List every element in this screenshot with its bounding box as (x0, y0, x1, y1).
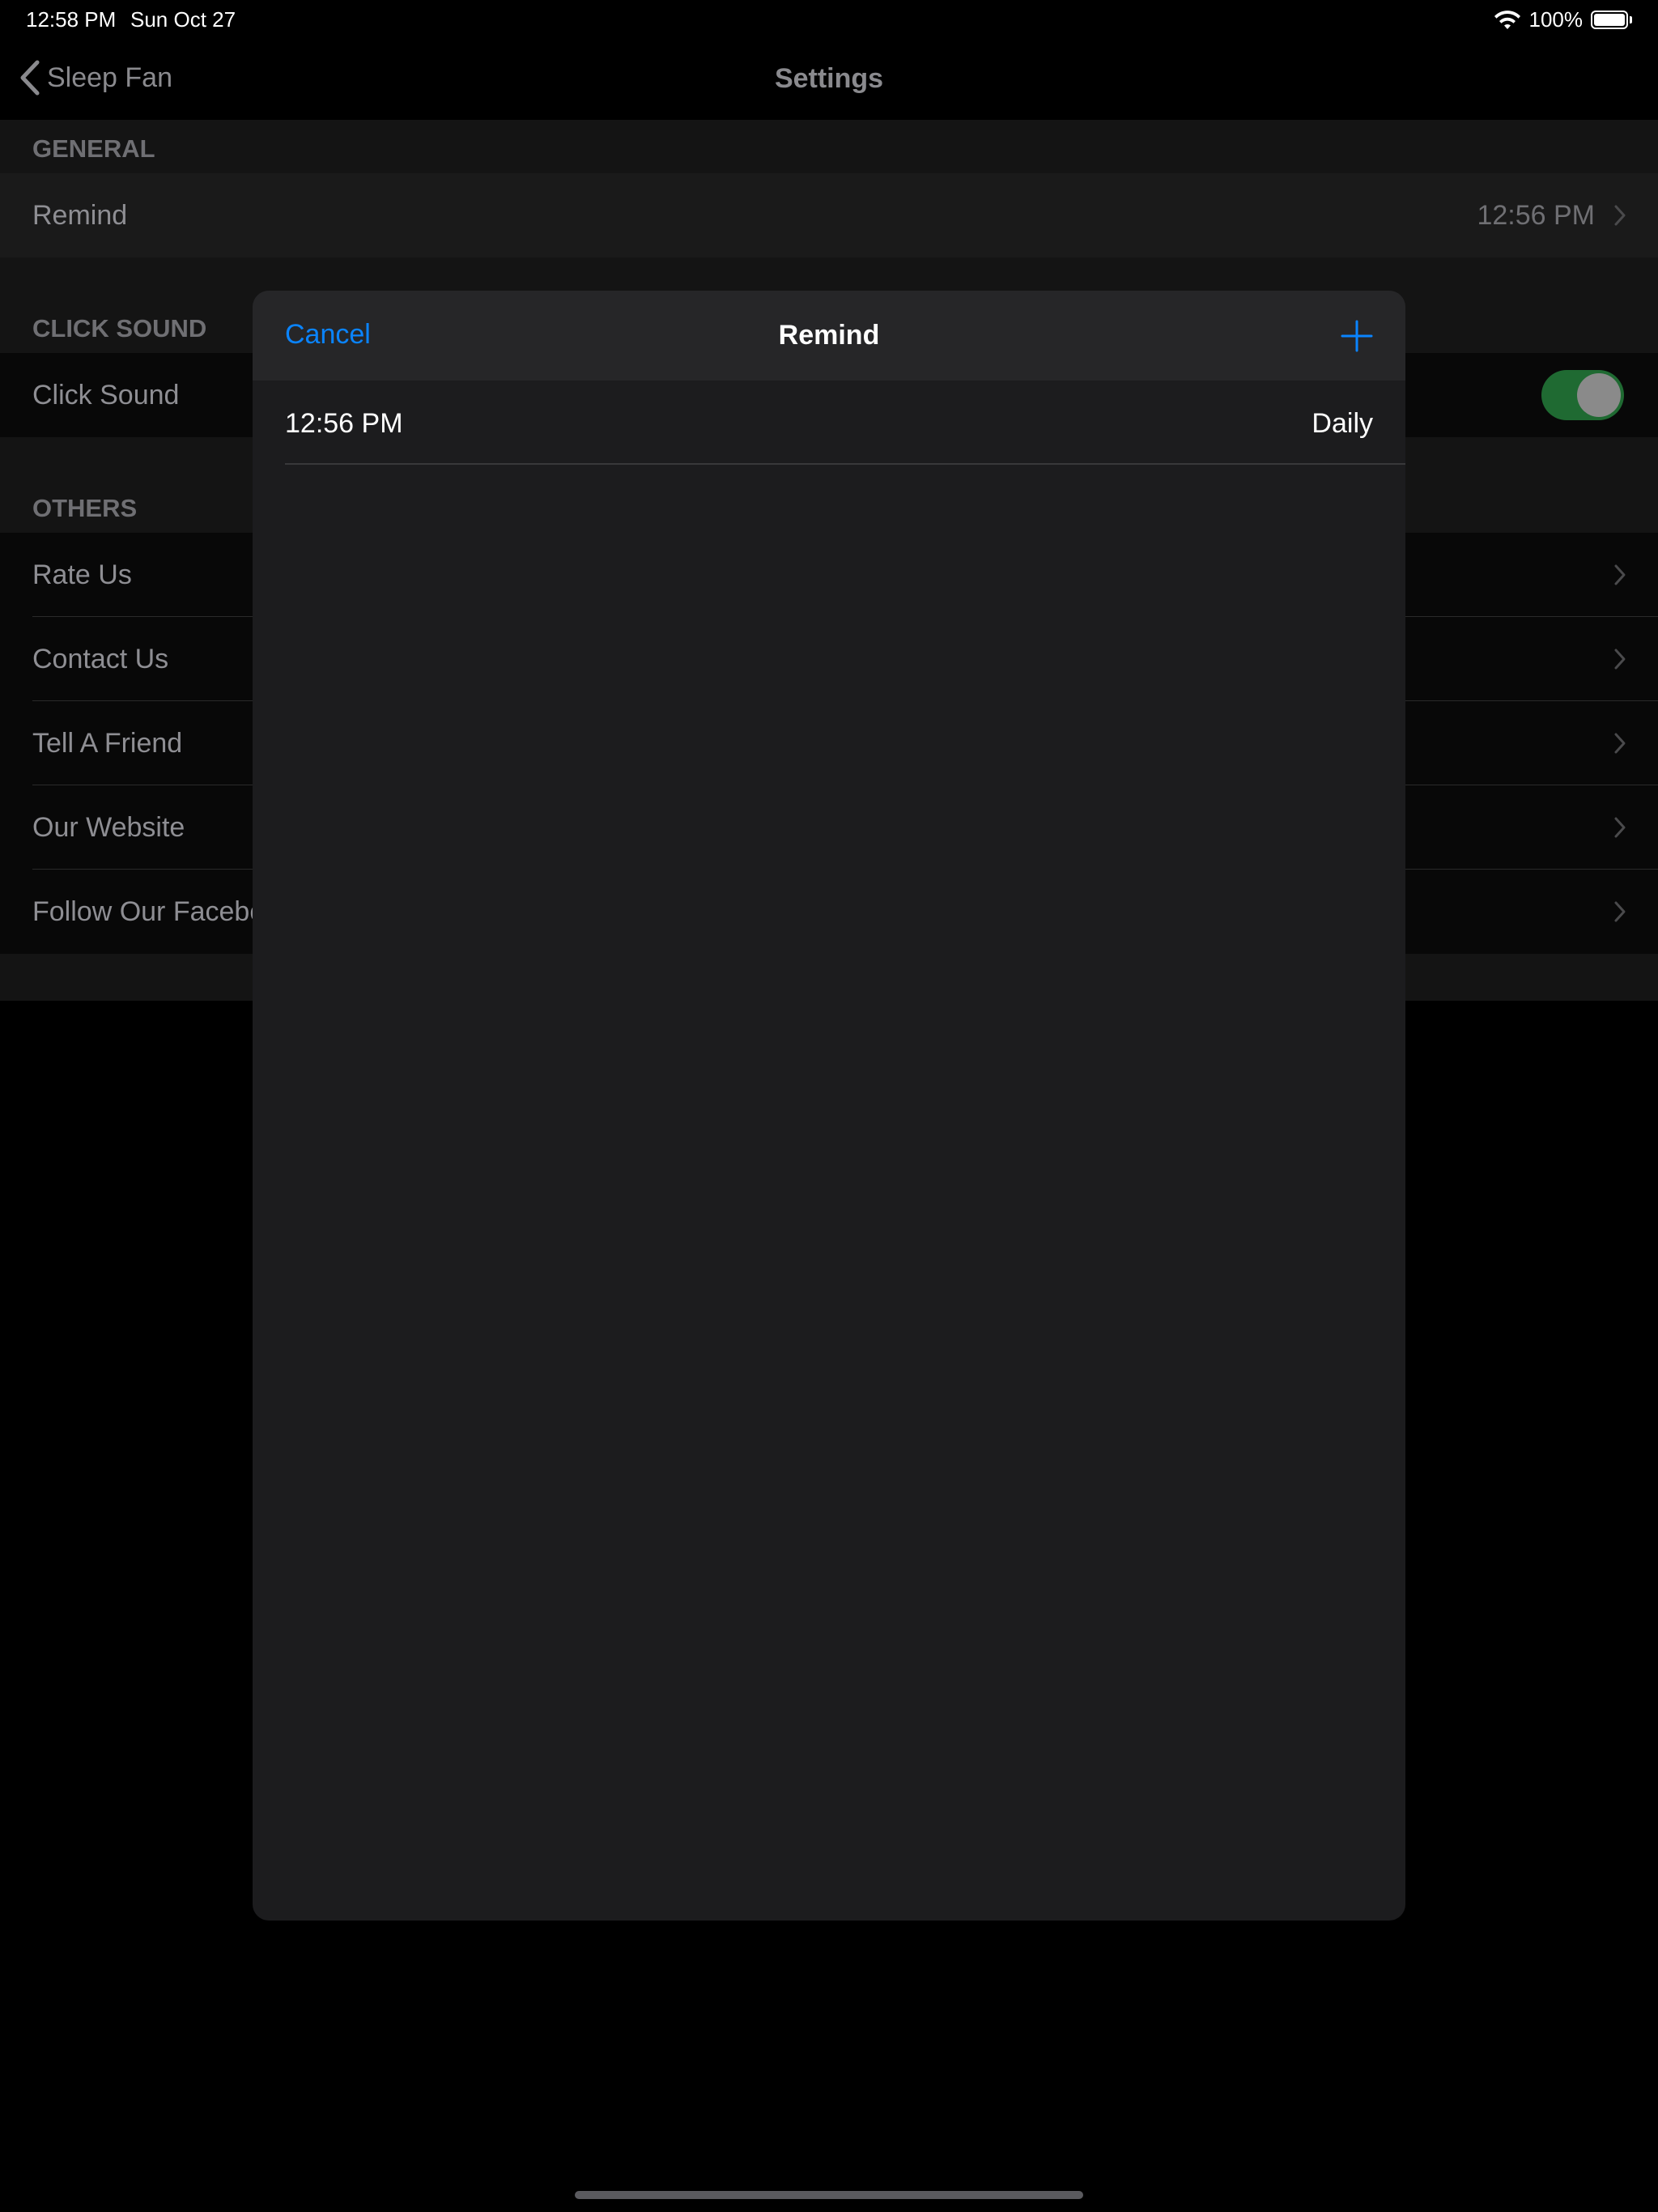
click-sound-label: Click Sound (32, 379, 180, 410)
status-date: Sun Oct 27 (130, 7, 236, 32)
list-item-label: Tell A Friend (32, 727, 183, 759)
status-bar: 12:58 PM Sun Oct 27 100% (0, 0, 1658, 39)
remind-value: 12:56 PM (1477, 199, 1595, 231)
remind-sheet: Cancel Remind 12:56 PM Daily (253, 291, 1405, 1921)
chevron-right-icon (1614, 817, 1626, 838)
sheet-header: Cancel Remind (253, 291, 1405, 381)
battery-icon (1591, 11, 1632, 29)
sheet-title: Remind (778, 320, 880, 351)
status-indicators: 100% (1494, 7, 1632, 32)
chevron-right-icon (1614, 649, 1626, 670)
list-item-label: Follow Our Facebo (32, 895, 266, 927)
remind-label: Remind (32, 199, 128, 231)
battery-percent: 100% (1528, 7, 1584, 32)
chevron-right-icon (1614, 205, 1626, 226)
list-item-label: Contact Us (32, 643, 169, 674)
remind-row[interactable]: Remind 12:56 PM (0, 173, 1658, 257)
home-indicator[interactable] (575, 2191, 1083, 2199)
reminder-repeat: Daily (1312, 408, 1373, 439)
wifi-icon (1494, 10, 1520, 29)
chevron-right-icon (1614, 733, 1626, 754)
reminder-time: 12:56 PM (285, 408, 403, 439)
toggle-knob (1577, 373, 1621, 417)
navigation-bar: Sleep Fan Settings (0, 39, 1658, 120)
chevron-right-icon (1614, 901, 1626, 922)
plus-icon[interactable] (1339, 318, 1375, 354)
page-title: Settings (774, 63, 884, 94)
list-item-label: Rate Us (32, 559, 132, 590)
click-sound-toggle[interactable] (1541, 370, 1624, 420)
status-time: 12:58 PM (26, 7, 117, 32)
reminder-row[interactable]: 12:56 PM Daily (253, 381, 1405, 465)
chevron-right-icon (1614, 564, 1626, 585)
list-item-label: Our Website (32, 811, 185, 843)
section-header-general: GENERAL (0, 120, 1658, 173)
